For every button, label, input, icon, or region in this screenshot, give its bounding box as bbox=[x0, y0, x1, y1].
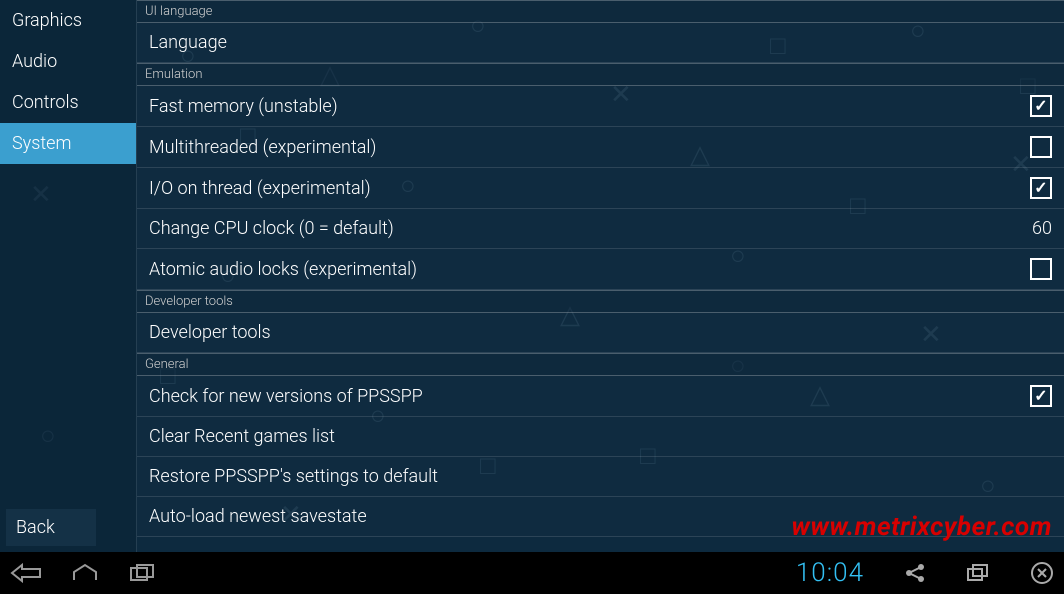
sidebar-item-audio[interactable]: Audio bbox=[0, 41, 136, 82]
sidebar: Graphics Audio Controls System Back bbox=[0, 0, 136, 552]
row-label: Multithreaded (experimental) bbox=[149, 137, 376, 158]
row-label: Clear Recent games list bbox=[149, 426, 335, 447]
row-label: Language bbox=[149, 32, 227, 53]
row-auto-load-savestate[interactable]: Auto-load newest savestate bbox=[137, 497, 1064, 537]
checkbox-icon[interactable] bbox=[1030, 258, 1052, 280]
row-fast-memory[interactable]: Fast memory (unstable) bbox=[137, 86, 1064, 127]
checkbox-icon[interactable] bbox=[1030, 177, 1052, 199]
row-label: Check for new versions of PPSSPP bbox=[149, 386, 423, 407]
recent-apps-icon[interactable] bbox=[128, 562, 158, 584]
share-icon[interactable] bbox=[904, 562, 926, 584]
row-value: 60 bbox=[1032, 218, 1052, 239]
row-check-versions[interactable]: Check for new versions of PPSSPP bbox=[137, 376, 1064, 417]
back-icon[interactable] bbox=[10, 562, 42, 584]
close-icon[interactable] bbox=[1030, 561, 1054, 585]
row-atomic-audio[interactable]: Atomic audio locks (experimental) bbox=[137, 249, 1064, 290]
checkbox-icon[interactable] bbox=[1030, 136, 1052, 158]
checkbox-icon[interactable] bbox=[1030, 95, 1052, 117]
section-header-ui-language: UI language bbox=[137, 0, 1064, 23]
sidebar-item-system[interactable]: System bbox=[0, 123, 136, 164]
row-label: I/O on thread (experimental) bbox=[149, 178, 371, 199]
sidebar-item-controls[interactable]: Controls bbox=[0, 82, 136, 123]
section-header-dev-tools: Developer tools bbox=[137, 290, 1064, 313]
checkbox-icon[interactable] bbox=[1030, 385, 1052, 407]
back-button[interactable]: Back bbox=[6, 509, 96, 546]
row-clear-recent[interactable]: Clear Recent games list bbox=[137, 417, 1064, 457]
android-navbar: 10:04 bbox=[0, 552, 1064, 594]
row-label: Restore PPSSPP's settings to default bbox=[149, 466, 438, 487]
row-label: Auto-load newest savestate bbox=[149, 506, 367, 527]
clock: 10:04 bbox=[796, 558, 864, 588]
row-dev-tools[interactable]: Developer tools bbox=[137, 313, 1064, 353]
section-header-general: General bbox=[137, 353, 1064, 376]
row-io-thread[interactable]: I/O on thread (experimental) bbox=[137, 168, 1064, 209]
row-cpu-clock[interactable]: Change CPU clock (0 = default) 60 bbox=[137, 209, 1064, 249]
row-label: Change CPU clock (0 = default) bbox=[149, 218, 394, 239]
settings-panel[interactable]: UI language Language Emulation Fast memo… bbox=[136, 0, 1064, 552]
windows-icon[interactable] bbox=[966, 563, 990, 583]
row-language[interactable]: Language bbox=[137, 23, 1064, 63]
row-restore-defaults[interactable]: Restore PPSSPP's settings to default bbox=[137, 457, 1064, 497]
sidebar-item-graphics[interactable]: Graphics bbox=[0, 0, 136, 41]
home-icon[interactable] bbox=[70, 562, 100, 584]
row-label: Fast memory (unstable) bbox=[149, 96, 338, 117]
section-header-emulation: Emulation bbox=[137, 63, 1064, 86]
row-label: Atomic audio locks (experimental) bbox=[149, 259, 417, 280]
row-label: Developer tools bbox=[149, 322, 271, 343]
row-multithreaded[interactable]: Multithreaded (experimental) bbox=[137, 127, 1064, 168]
